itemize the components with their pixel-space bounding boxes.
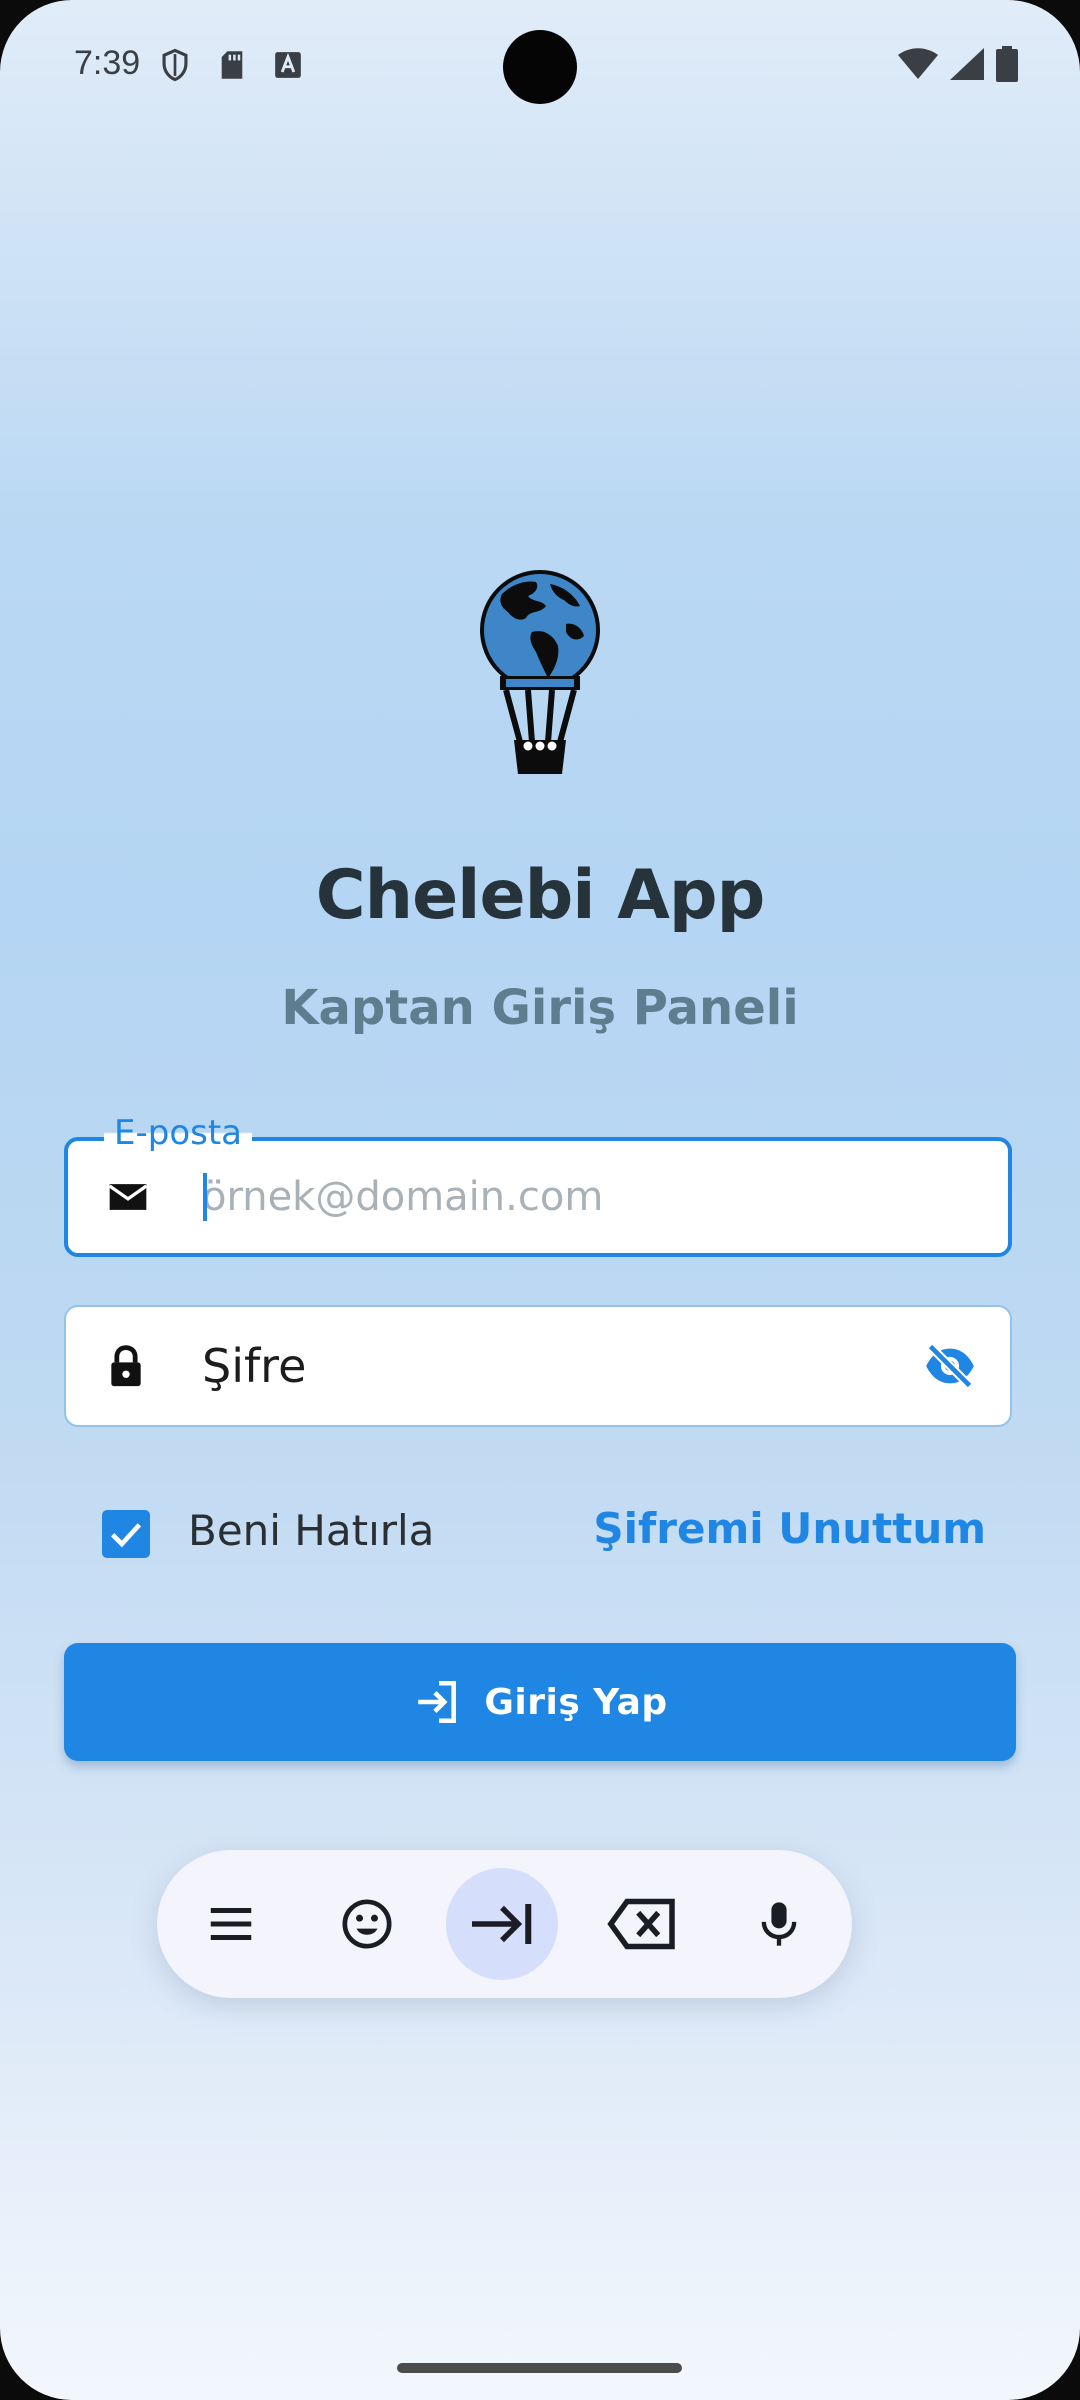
lock-icon — [111, 1345, 141, 1387]
sd-card-icon — [221, 51, 243, 79]
remember-me-checkbox[interactable] — [102, 1510, 150, 1558]
signal-icon — [950, 48, 984, 80]
status-icons-left — [160, 48, 302, 82]
password-label: Şifre — [202, 1339, 307, 1393]
app-title: Chelebi App — [315, 856, 766, 935]
status-time: 7:39 — [74, 44, 141, 82]
mail-icon — [108, 1184, 148, 1210]
check-icon — [111, 1523, 142, 1548]
mic-icon — [761, 1902, 797, 1946]
app-subtitle: Kaptan Giriş Paneli — [281, 980, 799, 1036]
battery-icon — [996, 46, 1018, 82]
keyboard-toolbar — [157, 1850, 852, 1998]
home-indicator[interactable] — [397, 2363, 682, 2373]
status-icons-right — [898, 46, 1018, 82]
email-input[interactable] — [202, 1159, 962, 1235]
remember-me-label[interactable]: Beni Hatırla — [188, 1506, 434, 1555]
tab-icon — [472, 1904, 532, 1944]
menu-icon — [210, 1908, 252, 1940]
wifi-icon — [898, 48, 938, 79]
email-label: E-posta — [104, 1111, 253, 1155]
login-icon — [418, 1680, 457, 1724]
text-cursor — [203, 1173, 207, 1221]
password-field[interactable]: Şifre — [64, 1305, 1012, 1427]
globe-balloon-icon — [480, 570, 600, 774]
emoji-button[interactable] — [311, 1868, 423, 1980]
forgot-password-link[interactable]: Şifremi Unuttum — [593, 1504, 986, 1553]
menu-button[interactable] — [175, 1868, 287, 1980]
login-button-label: Giriş Yap — [484, 1681, 668, 1723]
shield-icon — [162, 48, 188, 82]
front-camera — [503, 30, 577, 104]
phone-screen: 7:39 Chelebi App Kaptan Giriş Paneli E-p… — [0, 0, 1080, 2400]
backspace-button[interactable] — [586, 1868, 698, 1980]
tab-button[interactable] — [446, 1868, 558, 1980]
visibility-off-icon[interactable] — [924, 1340, 976, 1392]
keyboard-a-icon — [275, 52, 301, 78]
login-button[interactable]: Giriş Yap — [64, 1643, 1016, 1761]
backspace-icon — [607, 1898, 675, 1950]
emoji-icon — [342, 1899, 392, 1949]
email-field[interactable]: E-posta — [64, 1111, 1012, 1257]
mic-button[interactable] — [723, 1868, 835, 1980]
